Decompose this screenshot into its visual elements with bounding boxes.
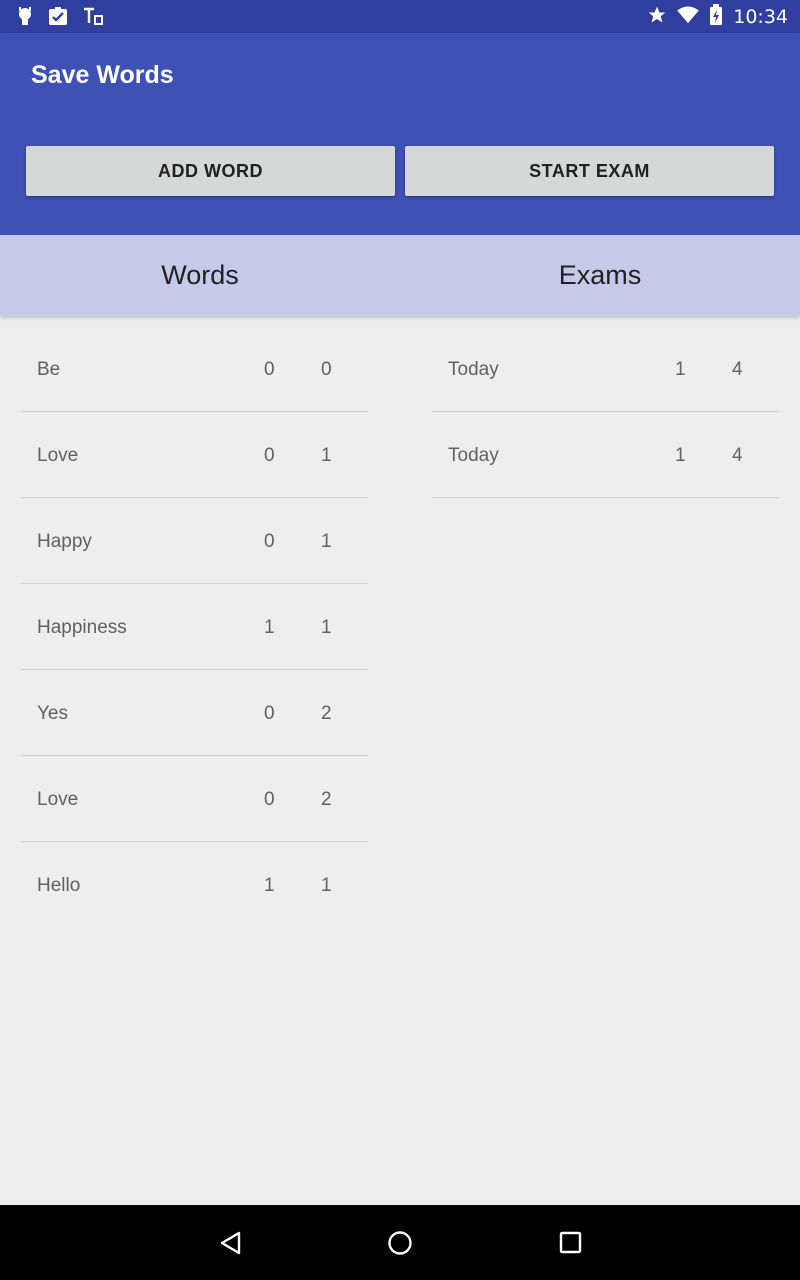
- word-count-a: 0: [264, 789, 275, 810]
- battery-charging-icon: [709, 4, 723, 30]
- list-item[interactable]: Happy 0 1: [21, 498, 368, 584]
- exam-count-a: 1: [675, 359, 686, 380]
- word-count-a: 0: [264, 531, 275, 552]
- word-label: Yes: [37, 703, 68, 724]
- word-count-b: 1: [321, 445, 332, 466]
- list-item[interactable]: Yes 0 2: [21, 670, 368, 756]
- words-list: Be 0 0 Love 0 1 Happy 0 1 Happiness 1 1 …: [21, 326, 368, 927]
- status-notifications: [16, 6, 104, 30]
- list-item[interactable]: Hello 1 1: [21, 842, 368, 927]
- word-label: Love: [37, 789, 79, 810]
- status-bar: 10:34: [0, 0, 800, 33]
- exam-count-a: 1: [675, 445, 686, 466]
- start-exam-button[interactable]: START EXAM: [405, 146, 774, 196]
- word-count-a: 0: [264, 445, 275, 466]
- word-count-a: 1: [264, 617, 275, 638]
- tab-exams[interactable]: Exams: [400, 235, 800, 316]
- list-item[interactable]: Be 0 0: [21, 326, 368, 412]
- navigation-bar: [0, 1205, 800, 1280]
- android-debug-icon: [16, 6, 34, 30]
- word-count-a: 0: [264, 703, 275, 724]
- wifi-icon: [677, 6, 700, 28]
- list-item[interactable]: Happiness 1 1: [21, 584, 368, 670]
- word-count-b: 1: [321, 875, 332, 896]
- word-count-b: 2: [321, 703, 332, 724]
- word-count-b: 1: [321, 531, 332, 552]
- exams-list: Today 1 4 Today 1 4: [432, 326, 779, 498]
- exam-count-b: 4: [732, 445, 743, 466]
- add-word-button[interactable]: ADD WORD: [26, 146, 395, 196]
- status-time: 10:34: [733, 6, 788, 28]
- tab-bar: Words Exams: [0, 235, 800, 316]
- list-item[interactable]: Love 0 1: [21, 412, 368, 498]
- recents-icon[interactable]: [558, 1230, 584, 1260]
- home-icon[interactable]: [387, 1230, 413, 1260]
- word-label: Happy: [37, 531, 92, 552]
- word-label: Hello: [37, 875, 81, 896]
- app-title: Save Words: [31, 61, 174, 89]
- clipboard-check-icon: [48, 6, 68, 30]
- status-system: 10:34: [647, 4, 788, 30]
- exam-date: Today: [448, 445, 499, 466]
- app-bar: Save Words ADD WORD START EXAM: [0, 33, 800, 235]
- tab-words[interactable]: Words: [0, 235, 400, 316]
- list-item[interactable]: Love 0 2: [21, 756, 368, 842]
- exam-date: Today: [448, 359, 499, 380]
- word-count-a: 1: [264, 875, 275, 896]
- word-count-b: 2: [321, 789, 332, 810]
- list-item[interactable]: Today 1 4: [432, 412, 779, 498]
- word-label: Love: [37, 445, 79, 466]
- word-count-a: 0: [264, 359, 275, 380]
- star-icon: [647, 5, 667, 29]
- translate-icon: [82, 6, 104, 30]
- word-count-b: 1: [321, 617, 332, 638]
- back-icon[interactable]: [218, 1230, 244, 1260]
- word-label: Be: [37, 359, 61, 380]
- word-label: Happiness: [37, 617, 127, 638]
- exam-count-b: 4: [732, 359, 743, 380]
- word-count-b: 0: [321, 359, 332, 380]
- list-item[interactable]: Today 1 4: [432, 326, 779, 412]
